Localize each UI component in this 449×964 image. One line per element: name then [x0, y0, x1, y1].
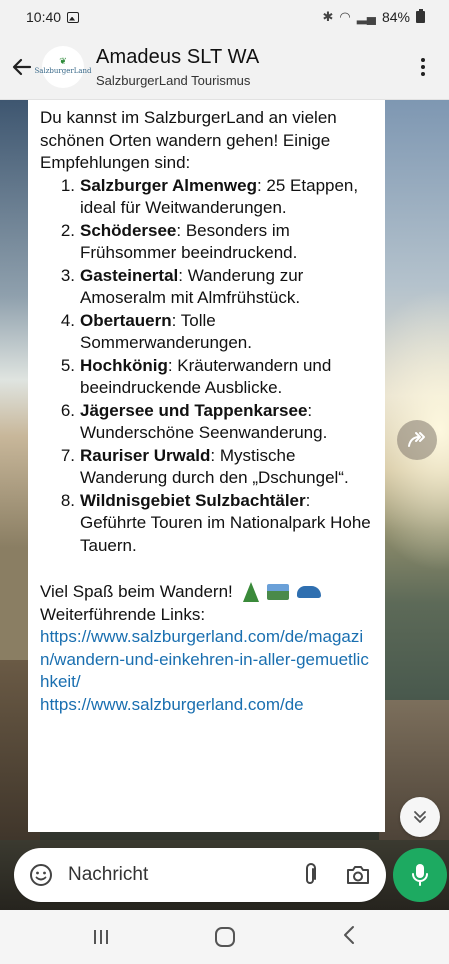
- mountain-landscape-icon: [266, 584, 289, 601]
- list-item: 2. Schödersee: Besonders im Frühsommer be…: [40, 220, 373, 265]
- list-number: 2.: [60, 220, 75, 240]
- recent-bar-icon: [93, 930, 96, 944]
- more-options-button[interactable]: [411, 47, 435, 87]
- contact-subtitle: SalzburgerLand Tourismus: [96, 72, 251, 88]
- status-time: 10:40: [26, 9, 62, 25]
- mute-icon: ✱: [322, 9, 334, 24]
- chevron-left-icon: [343, 925, 354, 944]
- wallpaper-sky-strip: [0, 100, 30, 660]
- place-name: Salzburger Almenweg: [80, 175, 257, 195]
- double-chevron-down-icon: [414, 811, 426, 823]
- list-item: 1. Salzburger Almenweg: 25 Etappen, ideal…: [40, 175, 373, 220]
- message-intro: Du kannst im SalzburgerLand an vielen sc…: [40, 108, 337, 172]
- place-name: Obertauern: [80, 310, 172, 330]
- paperclip-icon: [306, 863, 316, 884]
- message-bubble[interactable]: Du kannst im SalzburgerLand an vielen sc…: [28, 100, 385, 832]
- list-number: 6.: [60, 400, 75, 420]
- message-composer: Nachricht: [14, 848, 386, 902]
- place-name: Hochkönig: [80, 355, 168, 375]
- list-number: 8.: [60, 490, 75, 510]
- recent-bar-icon: [99, 930, 102, 944]
- list-item: 7. Rauriser Urwald: Mystische Wanderung d…: [40, 445, 373, 490]
- list-number: 4.: [60, 310, 75, 330]
- place-name: Gasteinertal: [80, 265, 179, 285]
- contact-name: Amadeus SLT WA: [96, 45, 260, 68]
- links-label: Weiterführende Links:: [40, 604, 206, 624]
- link-magazin[interactable]: https://www.salzburgerland.com/de/magazi…: [40, 626, 373, 694]
- dot-icon: [421, 64, 425, 69]
- list-item: 6. Jägersee und Tappenkarsee: Wunderschön…: [40, 400, 373, 445]
- dot-icon: [421, 71, 425, 76]
- place-name: Rauriser Urwald: [80, 445, 211, 465]
- list-item: 8. Wildnisgebiet Sulzbachtäler: Geführte …: [40, 490, 373, 558]
- list-number: 3.: [60, 265, 75, 285]
- forward-icon: [408, 432, 425, 447]
- status-bar: 10:40 ✱ ◠ ▂▄ 84%: [0, 0, 449, 34]
- attach-button[interactable]: [296, 861, 324, 889]
- emoji-button[interactable]: [28, 862, 54, 888]
- list-number: 5.: [60, 355, 75, 375]
- nav-back-button[interactable]: [342, 925, 356, 950]
- list-number: 7.: [60, 445, 75, 465]
- list-number: 1.: [60, 175, 75, 195]
- system-navigation-bar: [0, 910, 449, 964]
- camera-button[interactable]: [344, 861, 372, 889]
- camera-icon: [347, 866, 369, 884]
- recent-bar-icon: [105, 930, 108, 944]
- smiley-icon: [30, 864, 52, 886]
- message-input[interactable]: Nachricht: [68, 864, 276, 886]
- battery-percent: 84%: [381, 9, 410, 25]
- closing-text: Viel Spaß beim Wandern!: [40, 582, 233, 601]
- list-item: 4. Obertauern: Tolle Sommerwanderungen.: [40, 310, 373, 355]
- evergreen-tree-icon: [242, 582, 259, 603]
- avatar[interactable]: ❦ SalzburgerLand: [35, 45, 92, 88]
- scroll-to-bottom-button[interactable]: [400, 797, 440, 837]
- place-name: Schödersee: [80, 220, 177, 240]
- signal-icon: ▂▄: [356, 9, 376, 24]
- gallery-notification-icon: [67, 11, 80, 23]
- link-salzburgerland[interactable]: https://www.salzburgerland.com/de: [40, 694, 373, 717]
- place-name: Jägersee und Tappenkarsee: [80, 400, 308, 420]
- list-item: 5. Hochkönig: Kräuterwandern und beeindru…: [40, 355, 373, 400]
- status-right-group: ✱ ◠ ▂▄ 84%: [322, 9, 425, 25]
- place-name: Wildnisgebiet Sulzbachtäler: [80, 490, 306, 510]
- battery-icon: [416, 9, 425, 23]
- forward-button[interactable]: [397, 420, 437, 460]
- running-shoe-icon: [296, 586, 321, 599]
- microphone-icon: [412, 864, 428, 886]
- wifi-icon: ◠: [339, 9, 351, 24]
- voice-message-button[interactable]: [393, 848, 447, 902]
- home-button[interactable]: [214, 927, 235, 947]
- recent-apps-button[interactable]: [93, 930, 108, 944]
- chat-title-block[interactable]: Amadeus SLT WA SalzburgerLand Tourismus: [96, 46, 259, 88]
- avatar-logo-text: SalzburgerLand: [34, 66, 92, 75]
- list-item: 3. Gasteinertal: Wanderung zur Amoseralm …: [40, 265, 373, 310]
- dot-icon: [421, 57, 425, 62]
- chat-header: ❦ SalzburgerLand Amadeus SLT WA Salzburg…: [0, 34, 449, 100]
- closing-line: Viel Spaß beim Wandern!: [40, 581, 373, 604]
- status-time-group: 10:40: [26, 9, 80, 25]
- back-arrow-icon: [12, 58, 32, 75]
- recommendation-list: 1. Salzburger Almenweg: 25 Etappen, ideal…: [40, 175, 373, 558]
